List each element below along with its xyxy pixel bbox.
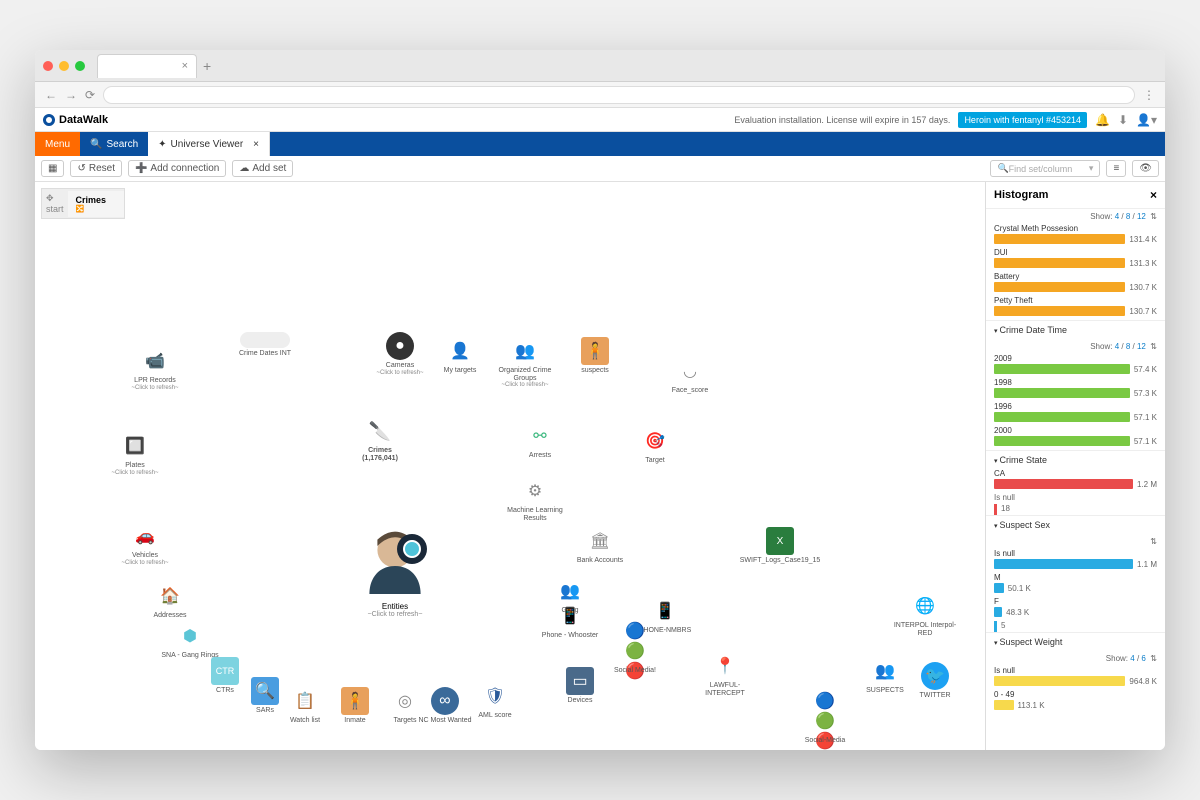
add-connection-button[interactable]: ➕ Add connection (128, 160, 226, 177)
histogram-row[interactable]: Is null964.8 K (986, 666, 1165, 690)
main-nav: Menu 🔍 Search ✦ Universe Viewer × (35, 132, 1165, 156)
download-icon[interactable]: ⬇ (1118, 113, 1128, 127)
show-selector[interactable]: Show: 4 / 8 / 12 ⇅ (986, 339, 1165, 354)
node-crimes[interactable]: 🔪 Crimes (1,176,041) (340, 417, 420, 462)
node-aml[interactable]: 🛡AML score (460, 682, 530, 720)
user-icon[interactable]: 👤▾ (1136, 113, 1157, 127)
window-controls[interactable] (43, 61, 85, 71)
node-lawful[interactable]: 📍LAWFUL-INTERCEPT (690, 652, 760, 697)
close-panel-icon[interactable]: × (1150, 188, 1157, 202)
node-ocg[interactable]: 👥Organized Crime Groups~Click to refresh… (490, 337, 560, 388)
show-selector[interactable]: ⇅ (986, 534, 1165, 549)
histogram-row[interactable]: 0 - 49113.1 K (986, 690, 1165, 714)
brand-logo: DataWalk (43, 114, 108, 126)
histogram-row[interactable]: CA1.2 M (986, 469, 1165, 493)
license-text: Evaluation installation. License will ex… (734, 115, 950, 125)
show-selector[interactable]: Show: 4 / 6 ⇅ (986, 651, 1165, 666)
histogram-row[interactable]: Is null1.1 M (986, 549, 1165, 573)
node-phone1[interactable]: 📱Phone - Whooster (535, 602, 605, 640)
url-bar-row: ← → ⟳ ⋮ (35, 82, 1165, 108)
section-suspect-sex[interactable]: Suspect Sex (986, 515, 1165, 534)
tab-universe-viewer[interactable]: ✦ Universe Viewer × (148, 132, 270, 156)
menu-button[interactable]: Menu (35, 132, 80, 156)
node-twitter[interactable]: 🐦TWITTER (900, 662, 970, 700)
brand-bar: DataWalk Evaluation installation. Licens… (35, 108, 1165, 132)
back-icon[interactable]: ← (45, 88, 57, 102)
toolbar: ▦ ↺ Reset ➕ Add connection ☁ Add set 🔍 F… (35, 156, 1165, 182)
panel-header: Histogram × (986, 182, 1165, 209)
tool-button[interactable]: ▦ (41, 160, 64, 177)
eye-icon (397, 534, 427, 564)
histogram-row[interactable]: 199857.3 K (986, 378, 1165, 402)
node-entities[interactable]: Entities ~Click to refresh~ (335, 522, 455, 618)
histogram-row[interactable]: DUI131.3 K (986, 248, 1165, 272)
view-button[interactable]: 👁 (1132, 160, 1159, 177)
section-crime-state[interactable]: Crime State (986, 450, 1165, 469)
node-bank[interactable]: 🏛Bank Accounts (565, 527, 635, 565)
menu-icon[interactable]: ⋮ (1143, 88, 1155, 102)
node-target[interactable]: 🎯Target (620, 427, 690, 465)
reset-button[interactable]: ↺ Reset (70, 160, 122, 177)
node-social2[interactable]: 🔵🟢🔴Social-Media (790, 707, 860, 745)
histogram-row[interactable]: F48.3 K (986, 597, 1165, 621)
histogram-row[interactable]: 199657.1 K (986, 402, 1165, 426)
breadcrumb[interactable]: ✥start Crimes🔀 (41, 188, 125, 219)
section-crime-date[interactable]: Crime Date Time (986, 320, 1165, 339)
node-plates[interactable]: 🔲Plates~Click to refresh~ (100, 432, 170, 476)
new-tab-button[interactable]: + (203, 58, 211, 74)
section-suspect-weight[interactable]: Suspect Weight (986, 632, 1165, 651)
histogram-row[interactable]: 200957.4 K (986, 354, 1165, 378)
app-window: × + ← → ⟳ ⋮ DataWalk Evaluation installa… (35, 50, 1165, 750)
node-ml[interactable]: ⚙Machine Learning Results (500, 477, 570, 522)
node-arrests[interactable]: ⚯Arrests (505, 422, 575, 460)
reload-icon[interactable]: ⟳ (85, 88, 95, 102)
case-pill[interactable]: Heroin with fentanyl #453214 (958, 112, 1087, 128)
histogram-row[interactable]: Crystal Meth Possesion131.4 K (986, 224, 1165, 248)
browser-tab[interactable]: × (97, 54, 197, 78)
close-icon[interactable]: × (182, 60, 188, 72)
node-lpr[interactable]: 📹LPR Records~Click to refresh~ (120, 347, 190, 391)
find-input[interactable]: 🔍 Find set/column▾ (990, 160, 1100, 177)
node-vehicles[interactable]: 🚗Vehicles~Click to refresh~ (110, 522, 180, 566)
histogram-row[interactable]: M50.1 K (986, 573, 1165, 597)
node-sna[interactable]: ⬢SNA - Gang Rings (155, 622, 225, 660)
histogram-row[interactable]: Battery130.7 K (986, 272, 1165, 296)
forward-icon[interactable]: → (65, 88, 77, 102)
url-input[interactable] (103, 86, 1135, 104)
node-crime-dates[interactable]: Crime Dates INT (230, 332, 300, 358)
show-selector[interactable]: Show: 4 / 8 / 12 ⇅ (986, 209, 1165, 224)
node-interpol[interactable]: 🌐INTERPOL Interpol-RED (890, 592, 960, 637)
search-button[interactable]: 🔍 Search (80, 139, 148, 150)
node-suspects-top[interactable]: 🧍suspects (560, 337, 630, 375)
layout-button[interactable]: ≡ (1106, 160, 1126, 177)
node-addresses[interactable]: 🏠Addresses (135, 582, 205, 620)
browser-chrome: × + (35, 50, 1165, 82)
node-swift[interactable]: XSWIFT_Logs_Case19_15 (745, 527, 815, 565)
node-devices[interactable]: ▭Devices (545, 667, 615, 705)
node-face[interactable]: ◡Face_score (655, 357, 725, 395)
histogram-row[interactable]: Petty Theft130.7 K (986, 296, 1165, 320)
notifications-icon[interactable]: 🔔 (1095, 113, 1110, 127)
histogram-row[interactable]: 200057.1 K (986, 426, 1165, 450)
add-set-button[interactable]: ☁ Add set (232, 160, 293, 177)
graph-canvas[interactable]: ✥start Crimes🔀 (35, 182, 985, 750)
node-mytargets[interactable]: 👤My targets (425, 337, 495, 375)
histogram-panel: Histogram × Show: 4 / 8 / 12 ⇅ Crystal M… (985, 182, 1165, 750)
